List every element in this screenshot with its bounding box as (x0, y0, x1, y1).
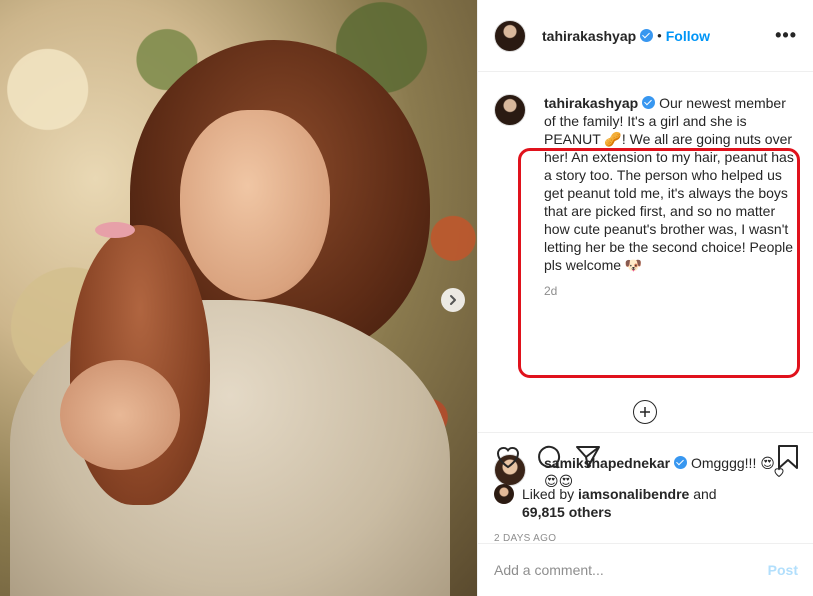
instagram-post: tahirakashyap • Follow ••• tahirakashyap… (0, 0, 813, 596)
verified-badge-icon (640, 29, 654, 42)
add-comment-bar: Post (478, 543, 813, 596)
load-more-comments-button[interactable] (633, 400, 657, 424)
photo-bow (95, 222, 135, 238)
post-side-panel: tahirakashyap • Follow ••• tahirakashyap… (477, 0, 813, 596)
more-options-button[interactable]: ••• (775, 25, 797, 46)
follow-button[interactable]: Follow (666, 28, 710, 44)
post-actions: Liked by iamsonalibendre and 69,815 othe… (478, 432, 813, 544)
likes-and: and (693, 486, 717, 502)
likes-summary: Liked by iamsonalibendre and 69,815 othe… (494, 484, 798, 521)
liker-avatar[interactable] (494, 484, 514, 504)
caption-avatar[interactable] (494, 94, 526, 126)
post-photo[interactable] (0, 0, 477, 596)
plus-circle-icon (640, 407, 650, 417)
post-comment-button[interactable]: Post (768, 562, 798, 578)
heart-icon[interactable] (494, 443, 522, 471)
caption-highlight-box (518, 148, 800, 378)
comments-section: tahirakashyap Our newest member of the f… (478, 72, 813, 489)
next-photo-button[interactable] (441, 288, 465, 312)
photo-hand (60, 360, 180, 470)
chevron-right-icon (450, 295, 456, 305)
comment-icon[interactable] (534, 443, 562, 471)
caption-username[interactable]: tahirakashyap (544, 95, 638, 111)
author-username[interactable]: tahirakashyap (542, 28, 636, 44)
action-icons (494, 443, 798, 471)
photo-face (180, 110, 330, 300)
share-icon[interactable] (574, 443, 602, 471)
post-header: tahirakashyap • Follow ••• (478, 0, 813, 72)
author-avatar[interactable] (494, 19, 526, 52)
comment-input[interactable] (494, 562, 768, 578)
bookmark-icon[interactable] (774, 443, 802, 471)
liker-username[interactable]: iamsonalibendre (578, 486, 689, 502)
likes-text: Liked by iamsonalibendre and 69,815 othe… (522, 485, 717, 521)
header-separator: • (657, 28, 662, 43)
likes-prefix: Liked by (522, 486, 575, 502)
likes-count[interactable]: 69,815 others (522, 504, 612, 520)
verified-badge-icon (642, 96, 656, 109)
